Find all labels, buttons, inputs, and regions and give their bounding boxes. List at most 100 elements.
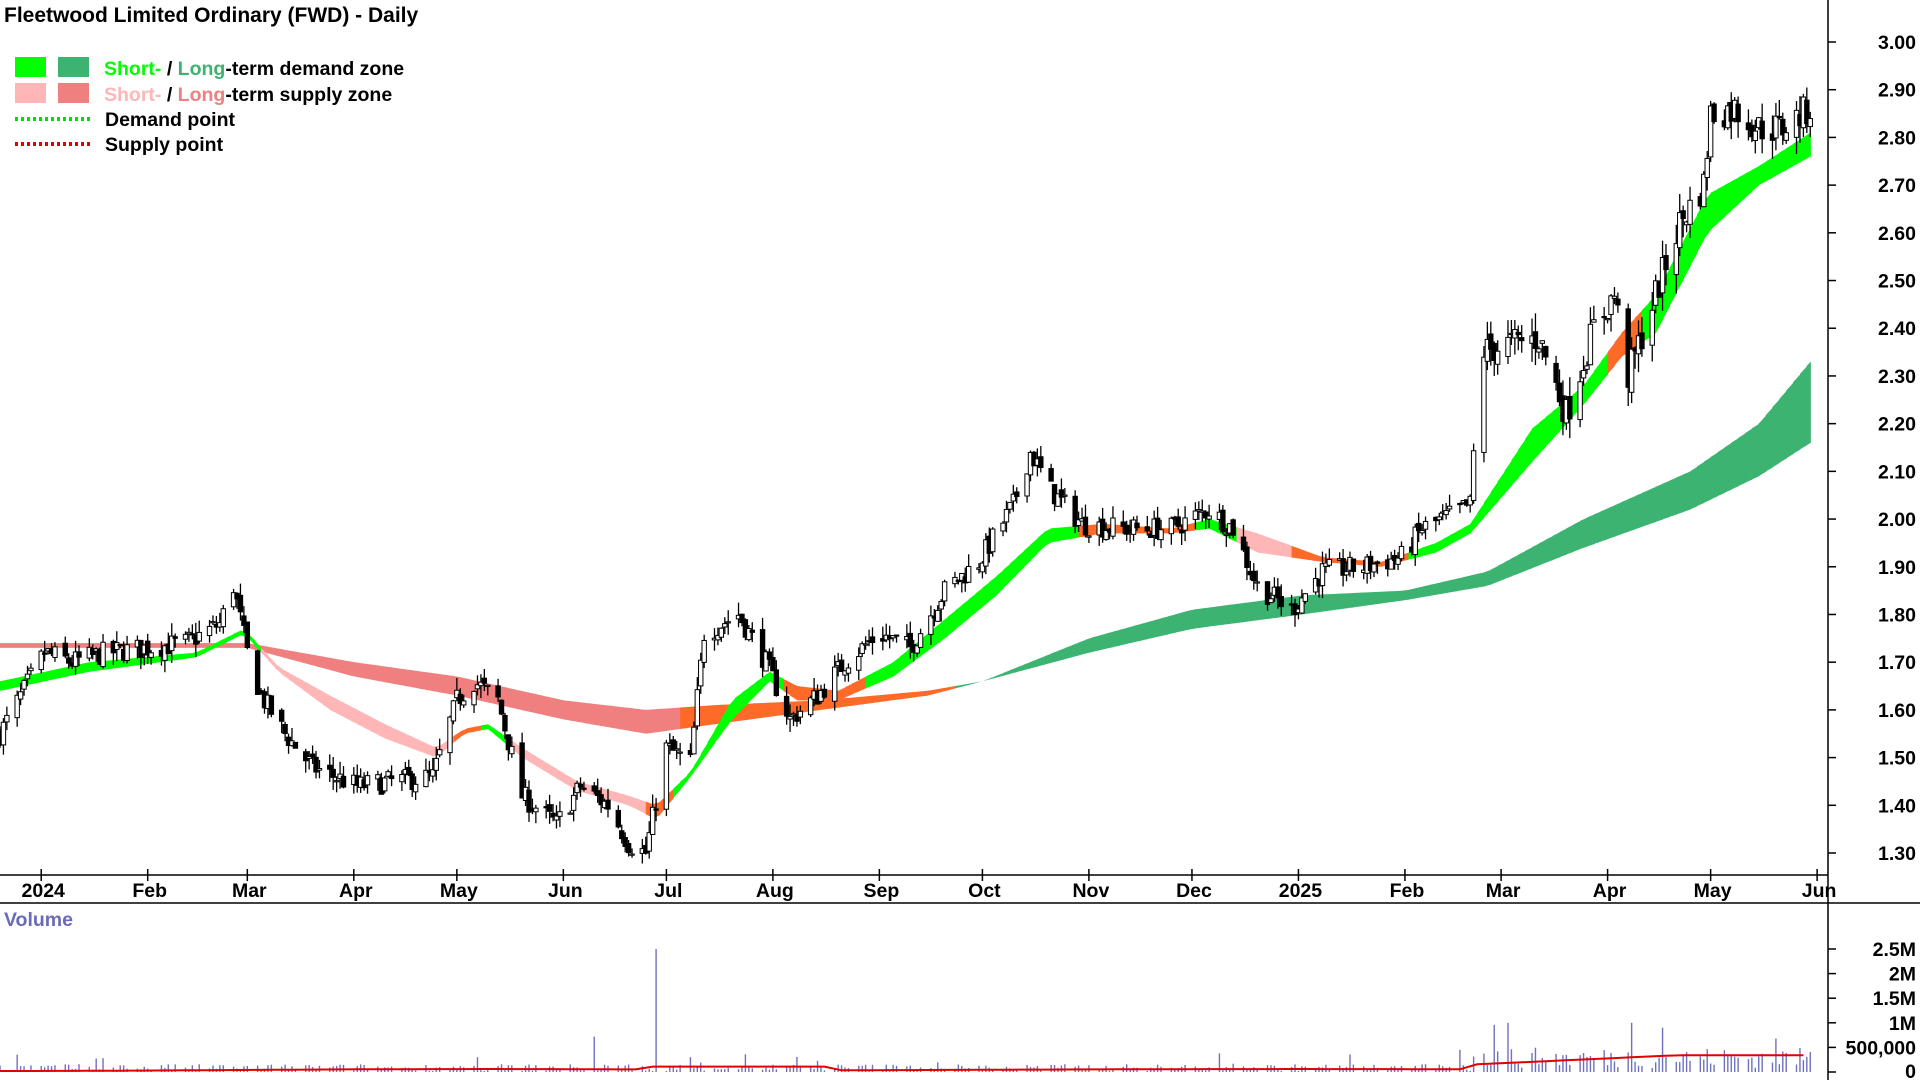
short-term-zone-segment	[872, 669, 880, 686]
candle-body	[1687, 199, 1693, 225]
price-tick-label: 1.80	[1878, 604, 1916, 626]
long-term-zone-segment	[281, 649, 290, 659]
short-term-zone-segment	[1532, 422, 1540, 462]
short-term-zone-segment	[48, 669, 56, 681]
candle-body	[1144, 526, 1150, 532]
short-term-zone-segment	[425, 743, 434, 757]
long-term-zone-segment	[1731, 437, 1739, 490]
long-term-zone-segment	[377, 665, 386, 683]
long-term-zone-segment	[673, 707, 681, 730]
long-term-zone-segment	[439, 674, 448, 694]
candle-body	[1319, 563, 1326, 587]
short-term-zone-segment	[1291, 545, 1300, 559]
long-term-zone-segment	[1635, 492, 1643, 530]
candle-body	[807, 697, 814, 716]
long-term-zone-segment	[1154, 618, 1162, 638]
candle-body	[1443, 510, 1449, 516]
long-term-zone-segment	[1229, 603, 1238, 624]
short-term-zone-segment	[1284, 543, 1293, 558]
short-term-zone-segment	[1257, 533, 1265, 554]
price-axis: 1.30 1.40 1.50 1.60 1.70 1.80 1.90 2.00 2.10 2.20…	[1828, 32, 1916, 865]
long-term-zone-segment	[233, 643, 242, 648]
long-term-zone-segment	[1744, 428, 1753, 483]
short-term-zone-segment	[34, 672, 42, 684]
price-tick-label: 1.90	[1878, 557, 1916, 579]
short-term-zone-segment	[1758, 161, 1767, 186]
long-term-zone-segment	[666, 707, 674, 731]
legend-swatch-long-demand	[58, 57, 89, 77]
short-term-zone-segment	[199, 647, 207, 656]
candle-body	[821, 688, 828, 698]
candle-body	[1639, 332, 1645, 350]
candle-body	[1591, 319, 1597, 323]
price-tick-label: 2.30	[1878, 366, 1916, 388]
long-term-zone-segment	[563, 700, 571, 721]
date-tick-label: Aug	[756, 880, 794, 902]
candle-body	[691, 726, 697, 755]
candle-body	[1086, 535, 1092, 538]
short-term-zone-segment	[1250, 531, 1258, 553]
short-term-zone-segment	[1483, 492, 1492, 518]
short-term-zone-segment	[1600, 352, 1609, 383]
long-term-zone-segment	[886, 693, 894, 702]
long-term-zone-segment	[1662, 480, 1671, 520]
date-tick-label: 2024	[22, 880, 66, 902]
candle-body	[1206, 515, 1212, 520]
candle-body	[1519, 337, 1525, 342]
long-term-zone-segment	[618, 706, 626, 731]
long-term-zone-segment	[982, 678, 990, 682]
candle-body	[869, 636, 876, 644]
candle-body	[244, 621, 251, 649]
long-term-zone-segment	[824, 699, 832, 710]
candle-body	[433, 757, 439, 771]
candle-body	[1014, 491, 1020, 498]
long-term-zone-segment	[1408, 588, 1416, 600]
candle-body	[941, 581, 948, 602]
long-term-zone-segment	[1449, 578, 1458, 593]
price-tick-label: 2.50	[1878, 271, 1916, 293]
short-term-zone-segment	[858, 676, 867, 692]
long-term-zone-segment	[1559, 528, 1567, 558]
long-term-zone-segment	[707, 705, 716, 726]
long-term-zone-segment	[1380, 591, 1389, 604]
long-term-zone-segment	[1195, 608, 1203, 629]
candle-body	[1704, 157, 1710, 179]
long-term-zone-band	[0, 361, 1811, 734]
long-term-zone-segment	[1064, 645, 1073, 660]
long-term-zone-segment	[879, 694, 887, 703]
long-term-zone-segment	[391, 667, 400, 685]
volume-tick-label: 2M	[1889, 964, 1916, 986]
long-term-zone-segment	[151, 643, 159, 648]
candle-body	[856, 656, 862, 671]
long-term-zone-segment	[1353, 592, 1361, 608]
short-term-zone-segment	[1463, 523, 1471, 538]
long-term-zone-segment	[1497, 562, 1506, 582]
long-term-zone-segment	[851, 696, 860, 706]
short-term-zone-segment	[336, 699, 345, 718]
candle-body	[382, 777, 388, 792]
candle-body	[1007, 501, 1013, 510]
candle-body	[220, 608, 226, 628]
long-term-zone-segment	[597, 704, 606, 727]
short-term-zone-segment	[941, 616, 949, 641]
candle-body	[210, 621, 216, 624]
long-term-zone-segment	[913, 691, 922, 698]
short-term-zone-segment	[625, 794, 633, 808]
legend-swatch-short-supply	[15, 83, 46, 103]
short-term-zone-segment	[762, 671, 771, 689]
long-term-zone-segment	[1003, 670, 1011, 676]
candle-body	[502, 714, 508, 732]
candle-body	[938, 600, 944, 610]
candle-body	[1048, 468, 1054, 482]
long-term-zone-segment	[927, 689, 935, 696]
long-term-zone-segment	[611, 705, 619, 729]
candle-body	[436, 749, 443, 756]
short-term-zone-segment	[865, 672, 874, 689]
long-term-zone-segment	[776, 702, 784, 716]
candle-body	[0, 721, 7, 746]
candle-body	[28, 667, 34, 672]
short-term-zone-segment	[968, 593, 977, 619]
short-term-zone-segment	[700, 742, 709, 763]
short-term-zone-segment	[185, 652, 193, 659]
date-tick-label: 2025	[1279, 880, 1323, 902]
